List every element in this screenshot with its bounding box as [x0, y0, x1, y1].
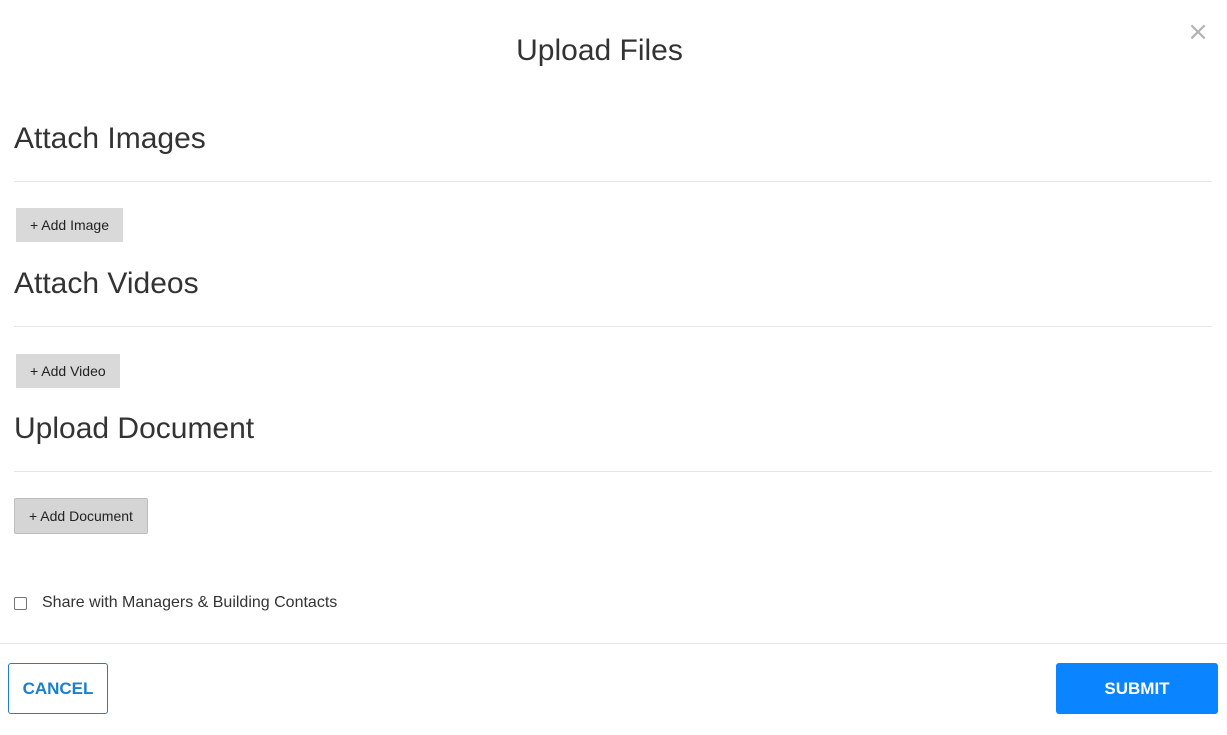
section-divider — [14, 181, 1212, 182]
share-row[interactable]: Share with Managers & Building Contacts — [14, 594, 337, 612]
cancel-button[interactable]: CANCEL — [8, 663, 108, 714]
close-icon[interactable]: × — [1184, 18, 1212, 46]
attach-videos-section: Attach Videos + Add Video — [14, 264, 1212, 388]
upload-files-modal: Upload Files × Attach Images + Add Image… — [0, 0, 1227, 735]
section-heading-document: Upload Document — [14, 412, 255, 445]
attach-images-section: Attach Images + Add Image — [14, 119, 1212, 242]
share-checkbox[interactable] — [14, 596, 27, 610]
submit-button[interactable]: SUBMIT — [1056, 663, 1218, 714]
section-heading-images: Attach Images — [14, 122, 206, 155]
section-divider — [14, 326, 1212, 327]
share-label: Share with Managers & Building Contacts — [42, 594, 338, 611]
section-divider — [14, 471, 1212, 472]
upload-document-section: Upload Document + Add Document — [14, 409, 1212, 534]
add-video-button[interactable]: + Add Video — [16, 354, 120, 388]
add-image-button[interactable]: + Add Image — [16, 208, 124, 242]
section-heading-videos: Attach Videos — [14, 267, 199, 300]
add-document-button[interactable]: + Add Document — [14, 498, 148, 534]
modal-title: Upload Files — [516, 34, 683, 67]
footer-divider — [0, 643, 1227, 644]
